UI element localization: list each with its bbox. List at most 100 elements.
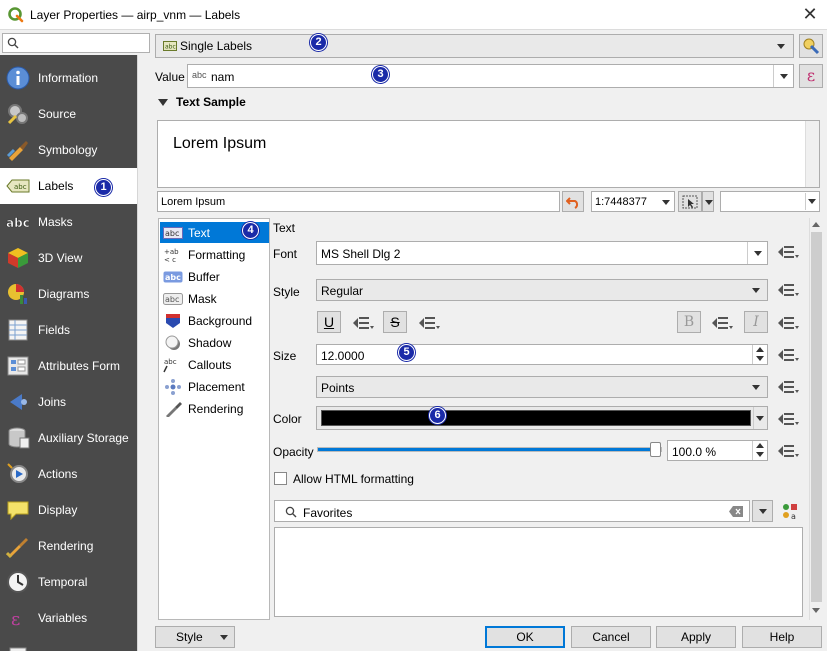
rule-settings-button[interactable] (799, 34, 823, 58)
3d-view-icon (8, 248, 28, 268)
svg-text:abc: abc (165, 295, 179, 304)
category-formatting[interactable]: +ab < c Formatting (160, 244, 269, 265)
apply-button[interactable]: Apply (656, 626, 736, 648)
chevron-down-icon (777, 44, 785, 49)
category-buffer[interactable]: abc Buffer (160, 266, 269, 287)
chevron-down-icon (759, 509, 767, 514)
help-button[interactable]: Help (742, 626, 822, 648)
sidebar-item-fields[interactable]: Fields (0, 312, 137, 348)
style-menu-button[interactable]: Style (155, 626, 235, 648)
scale-from-canvas-button[interactable] (678, 191, 702, 212)
sidebar-item-variables[interactable]: ε Variables (0, 600, 137, 636)
data-defined-override-icon[interactable] (711, 314, 733, 332)
data-defined-override-icon[interactable] (777, 281, 799, 299)
style-manager-icon[interactable]: a (781, 502, 799, 520)
preview-scrollbar[interactable] (805, 121, 819, 187)
category-placement[interactable]: Placement (160, 376, 269, 397)
sidebar-item-attributes-form[interactable]: Attributes Form (0, 348, 137, 384)
collapse-triangle-icon[interactable] (158, 99, 168, 106)
sidebar-item-partial[interactable] (0, 636, 137, 651)
opacity-slider-handle[interactable] (650, 442, 661, 457)
sidebar-item-symbology[interactable]: Symbology (0, 132, 137, 168)
panel-scrollbar-thumb[interactable] (811, 232, 822, 602)
sidebar-item-auxiliary-storage[interactable]: Auxiliary Storage (0, 420, 137, 456)
clear-icon[interactable] (729, 506, 743, 517)
mask-icon: abc (163, 293, 183, 305)
search-icon (7, 37, 19, 49)
sidebar-list: Information Source Symbology abc Labels … (0, 55, 137, 651)
data-defined-override-icon[interactable] (777, 442, 799, 460)
buffer-icon: abc (163, 271, 183, 283)
cancel-button[interactable]: Cancel (571, 626, 651, 648)
favorites-dropdown-button[interactable] (752, 500, 773, 522)
chevron-down-icon[interactable] (812, 608, 820, 613)
data-defined-override-icon[interactable] (777, 410, 799, 428)
chevron-up-icon[interactable] (812, 222, 820, 227)
sidebar-item-actions[interactable]: Actions (0, 456, 137, 492)
style-combo[interactable]: Regular (316, 279, 768, 301)
preview-text: Lorem Ipsum (173, 135, 267, 152)
sidebar-item-temporal[interactable]: Temporal (0, 564, 137, 600)
italic-button[interactable]: I (744, 311, 768, 333)
category-shadow[interactable]: Shadow (160, 332, 269, 353)
sidebar-item-source[interactable]: Source (0, 96, 137, 132)
sidebar-item-masks[interactable]: abc Masks (0, 204, 137, 240)
size-unit-combo[interactable]: Points (316, 376, 768, 398)
text-abc-icon: abc (163, 227, 183, 239)
close-icon[interactable]: ✕ (799, 4, 821, 26)
strikethrough-button[interactable]: S (383, 311, 407, 333)
value-dropdown-button[interactable] (773, 65, 793, 87)
sidebar-item-diagrams[interactable]: Diagrams (0, 276, 137, 312)
value-field-combo[interactable]: abc nam (187, 64, 794, 88)
opacity-slider-track[interactable] (317, 447, 662, 452)
data-defined-override-icon[interactable] (352, 314, 374, 332)
font-combo[interactable]: MS Shell Dlg 2 (316, 241, 768, 265)
data-defined-override-icon[interactable] (418, 314, 440, 332)
color-button[interactable] (316, 406, 768, 430)
metadata-icon (9, 647, 27, 651)
size-stepper[interactable] (752, 345, 767, 364)
chevron-down-icon (752, 385, 760, 390)
favorites-list[interactable] (274, 527, 803, 617)
paint-settings-icon (803, 38, 820, 55)
sidebar-scrollbar[interactable] (137, 55, 150, 651)
reset-sample-button[interactable] (562, 191, 584, 212)
ok-button[interactable]: OK (485, 626, 565, 648)
style-label: Style (273, 285, 300, 299)
favorites-search-input[interactable]: Favorites (274, 500, 750, 522)
value-field-value: nam (211, 70, 235, 84)
opacity-stepper[interactable] (752, 441, 767, 460)
data-defined-override-icon[interactable] (777, 346, 799, 364)
underline-button[interactable]: U (317, 311, 341, 333)
bold-button[interactable]: B (677, 311, 701, 333)
scale-dropdown-button[interactable] (702, 191, 714, 212)
sample-text-input[interactable]: Lorem Ipsum (157, 191, 560, 212)
sidebar-item-3d-view[interactable]: 3D View (0, 240, 137, 276)
panel-scrollbar[interactable] (809, 218, 823, 620)
svg-text:abc: abc (164, 358, 177, 366)
sidebar-item-joins[interactable]: Joins (0, 384, 137, 420)
size-spinbox[interactable]: 12.0000 (316, 344, 768, 365)
data-defined-override-icon[interactable] (777, 243, 799, 261)
opacity-spinbox[interactable]: 100.0 % (667, 440, 768, 461)
sidebar-item-labels[interactable]: abc Labels (0, 168, 137, 204)
labeling-mode-combo[interactable]: abc Single Labels (155, 34, 794, 58)
badge-1: 1 (95, 179, 112, 196)
data-defined-override-icon[interactable] (777, 378, 799, 396)
allow-html-checkbox[interactable] (274, 472, 287, 485)
expression-button[interactable]: ε (799, 64, 823, 88)
sidebar-item-information[interactable]: Information (0, 60, 137, 96)
symbology-icon (6, 141, 28, 161)
background-color-combo[interactable] (720, 191, 820, 212)
svg-text:+ab: +ab (164, 248, 179, 256)
category-background[interactable]: Background (160, 310, 269, 331)
category-rendering[interactable]: Rendering (160, 398, 269, 419)
sidebar-search-input[interactable] (2, 33, 150, 53)
scale-combo[interactable]: 1:7448377 (591, 191, 675, 212)
category-mask[interactable]: abc Mask (160, 288, 269, 309)
data-defined-override-icon[interactable] (777, 314, 799, 332)
category-callouts[interactable]: abc Callouts (160, 354, 269, 375)
sidebar-item-display[interactable]: Display (0, 492, 137, 528)
badge-5: 5 (398, 344, 415, 361)
sidebar-item-rendering[interactable]: Rendering (0, 528, 137, 564)
